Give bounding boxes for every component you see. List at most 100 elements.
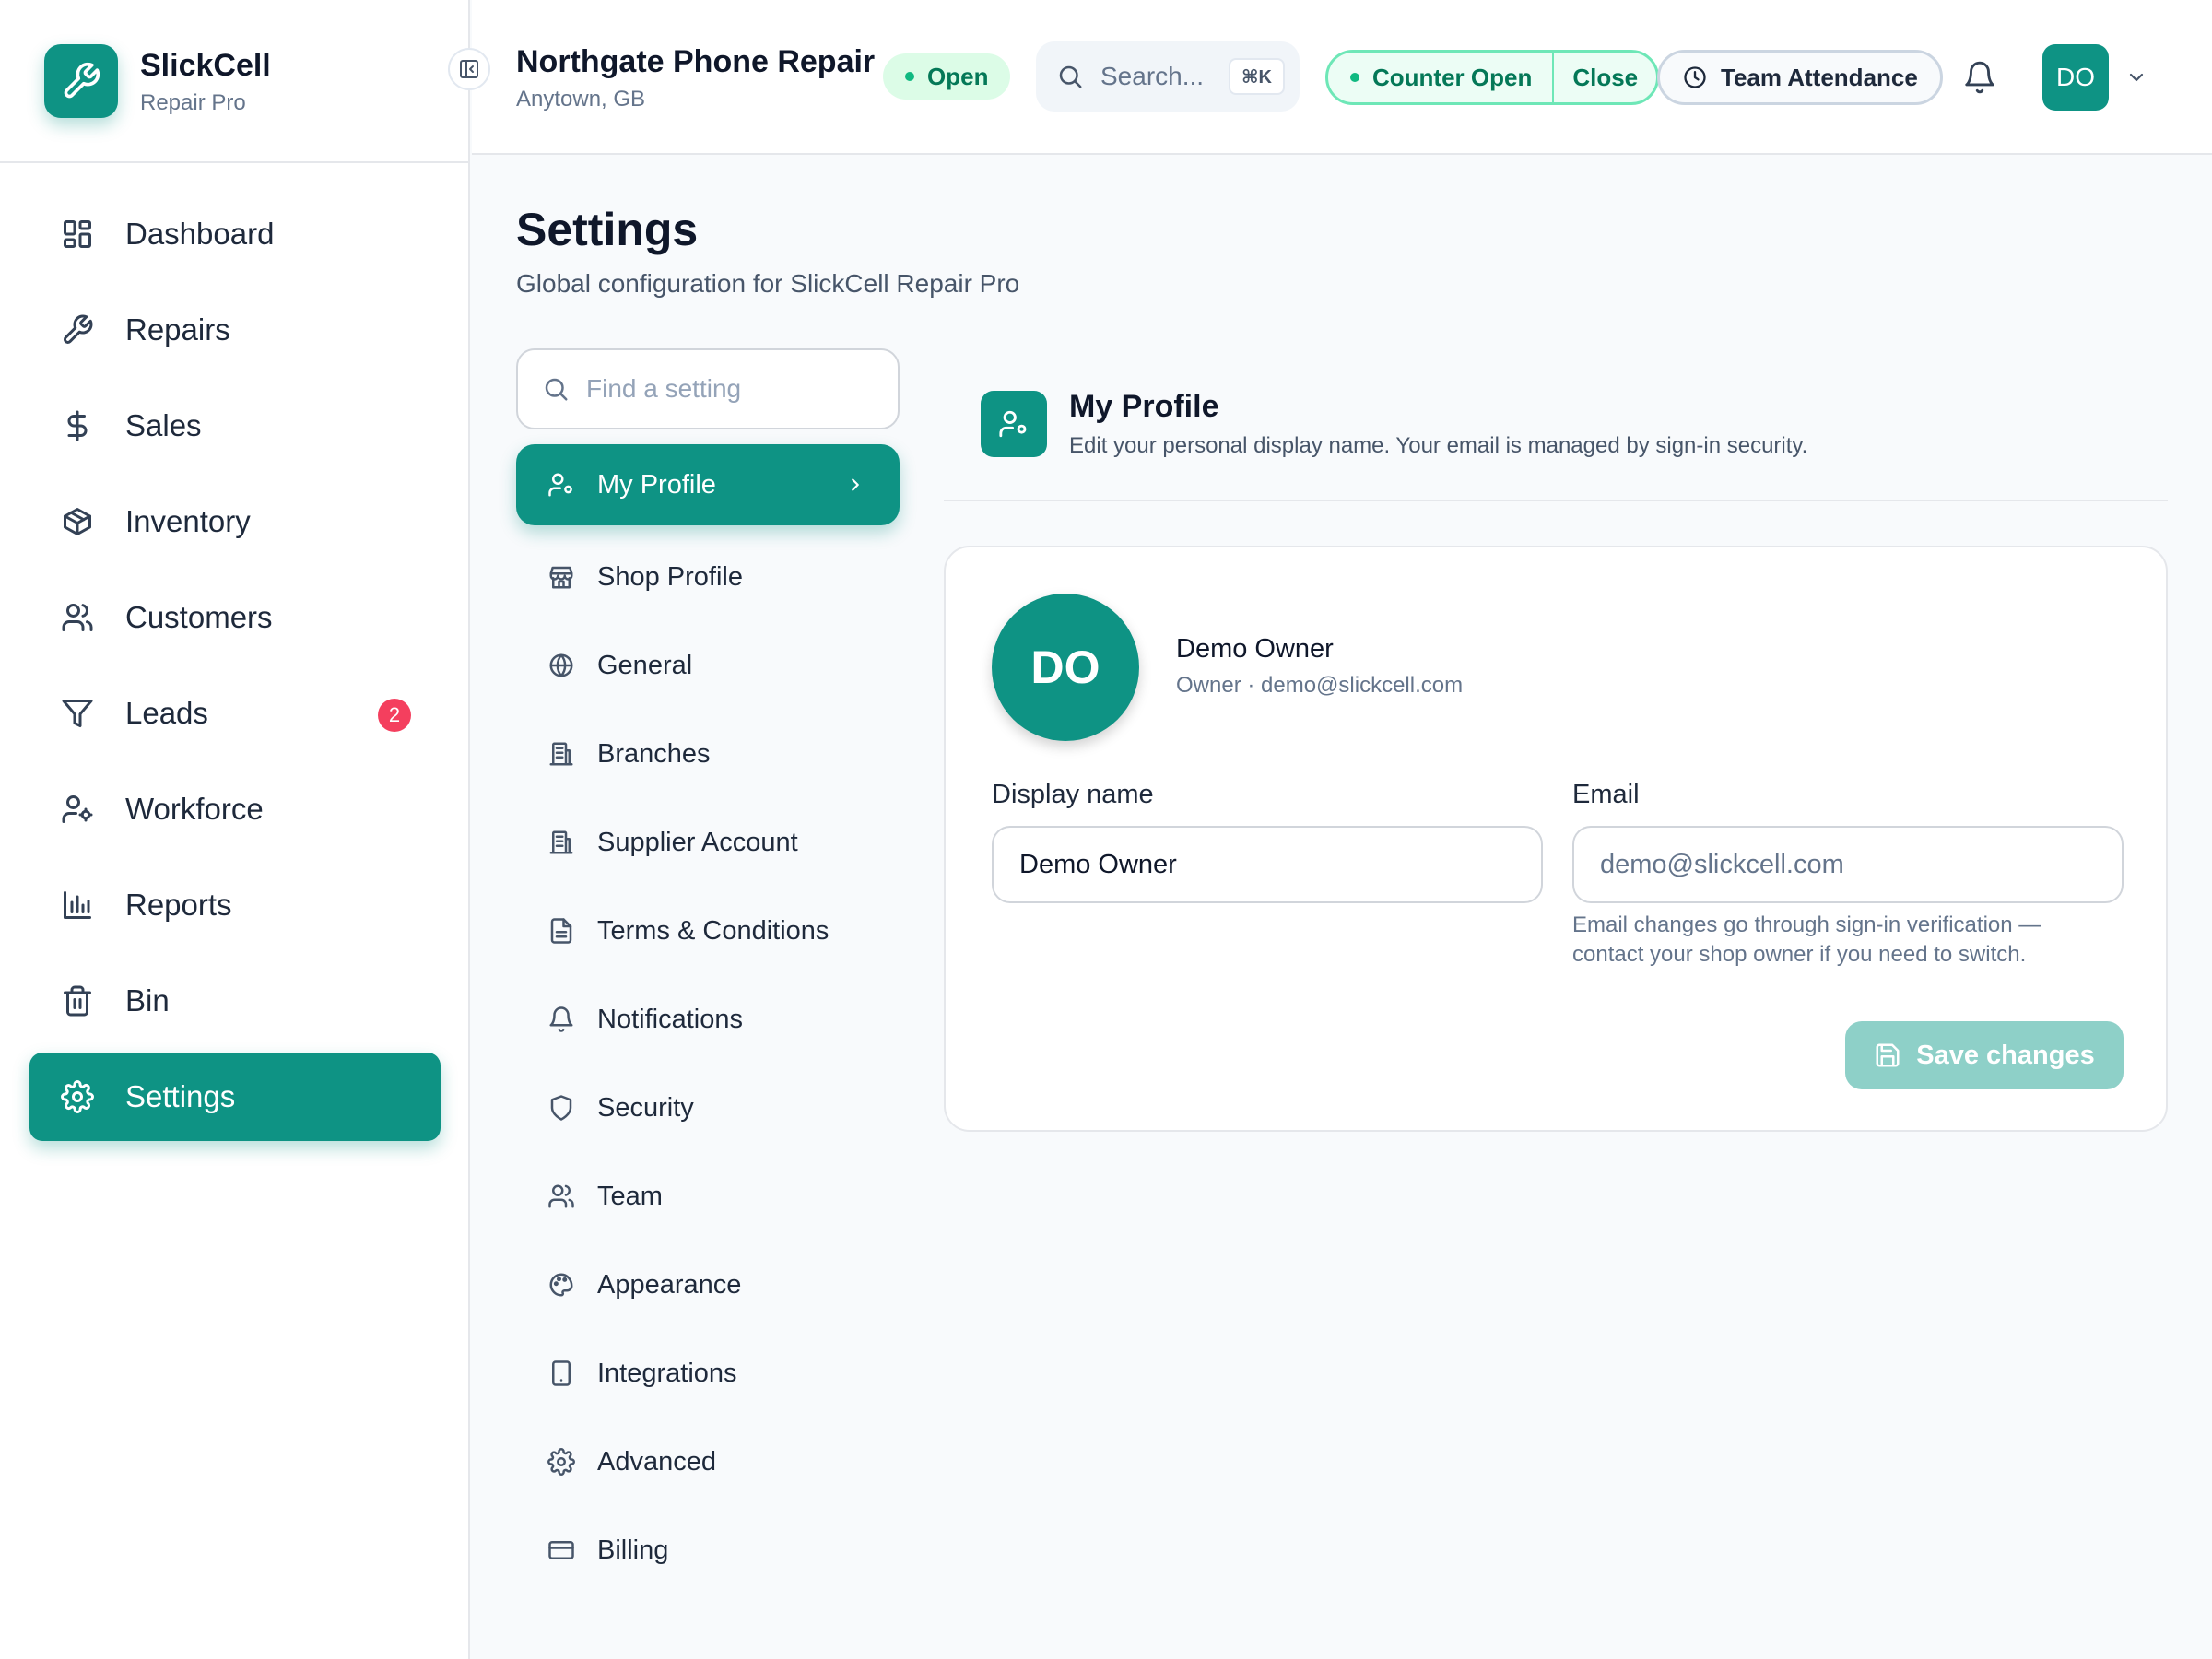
settings-nav-shop-profile[interactable]: Shop Profile xyxy=(516,533,900,621)
settings-nav-security[interactable]: Security xyxy=(516,1064,900,1152)
counter-status-group: Counter Open Close xyxy=(1325,50,1660,105)
sidebar-item-inventory[interactable]: Inventory xyxy=(29,477,441,566)
sidebar-item-label: Workforce xyxy=(125,792,264,826)
save-changes-button[interactable]: Save changes xyxy=(1845,1021,2124,1089)
settings-nav-integrations[interactable]: Integrations xyxy=(516,1329,900,1418)
settings-nav-my-profile[interactable]: My Profile xyxy=(516,444,900,525)
counter-open-status[interactable]: Counter Open xyxy=(1328,53,1555,102)
settings-nav-label: Billing xyxy=(597,1535,669,1565)
sidebar-item-label: Reports xyxy=(125,888,232,922)
global-search[interactable]: Search... ⌘K xyxy=(1036,41,1300,112)
settings-nav-general[interactable]: General xyxy=(516,621,900,710)
settings-nav-supplier-account[interactable]: Supplier Account xyxy=(516,798,900,887)
settings-nav-label: Notifications xyxy=(597,1004,743,1034)
sidebar-item-label: Customers xyxy=(125,600,273,634)
settings-nav-label: Security xyxy=(597,1092,694,1123)
email-label: Email xyxy=(1572,780,1640,809)
settings-nav-billing[interactable]: Billing xyxy=(516,1506,900,1594)
sidebar-item-label: Dashboard xyxy=(125,217,275,251)
profile-card: DO Demo Owner Owner · demo@slickcell.com… xyxy=(944,546,2168,1132)
section-title: My Profile xyxy=(1069,389,1219,424)
settings-nav-label: Integrations xyxy=(597,1358,737,1388)
owner-name: Demo Owner xyxy=(1176,634,1334,664)
search-shortcut: ⌘K xyxy=(1229,58,1285,95)
email-hint: Email changes go through sign-in verific… xyxy=(1572,912,2041,967)
find-setting-placeholder: Find a setting xyxy=(586,374,742,403)
display-name-field[interactable]: Demo Owner xyxy=(992,826,1543,903)
settings-nav-label: Branches xyxy=(597,738,711,769)
sidebar-item-label: Bin xyxy=(125,983,170,1018)
status-dot-icon xyxy=(1350,73,1359,82)
dollar-icon xyxy=(59,407,96,444)
wrench-icon[interactable] xyxy=(44,44,118,118)
shop-location: Anytown, GB xyxy=(516,87,646,112)
sidebar-item-leads[interactable]: Leads 2 xyxy=(29,669,441,758)
bell-icon xyxy=(1962,60,1997,95)
shop-name[interactable]: Northgate Phone Repair xyxy=(516,44,875,80)
credit-card-icon xyxy=(546,1535,577,1566)
settings-nav-label: My Profile xyxy=(597,469,716,500)
user-avatar-button[interactable]: DO xyxy=(2042,44,2109,111)
counter-open-label: Counter Open xyxy=(1372,63,1533,91)
bell-icon xyxy=(546,1004,577,1035)
sidebar-item-customers[interactable]: Customers xyxy=(29,573,441,662)
find-setting-input[interactable]: Find a setting xyxy=(516,348,900,429)
settings-nav-label: Shop Profile xyxy=(597,561,743,592)
clock-icon xyxy=(1682,65,1708,90)
save-changes-label: Save changes xyxy=(1916,1040,2095,1070)
shop-status-badge: Open xyxy=(883,53,1011,100)
settings-nav-branches[interactable]: Branches xyxy=(516,710,900,798)
trash-icon xyxy=(59,982,96,1019)
building-icon xyxy=(546,827,577,858)
sidebar-item-workforce[interactable]: Workforce xyxy=(29,765,441,853)
box-icon xyxy=(59,503,96,540)
filter-icon xyxy=(59,695,96,732)
sidebar-item-repairs[interactable]: Repairs xyxy=(29,286,441,374)
sidebar-item-label: Repairs xyxy=(125,312,230,347)
email-field[interactable]: demo@slickcell.com xyxy=(1572,826,2124,903)
search-icon xyxy=(1056,63,1084,90)
section-header: My Profile Edit your personal display na… xyxy=(944,369,2168,501)
wrench-icon xyxy=(59,312,96,348)
gear-icon xyxy=(59,1078,96,1115)
settings-nav-terms-conditions[interactable]: Terms & Conditions xyxy=(516,887,900,975)
chevron-down-icon xyxy=(2125,66,2147,88)
counter-close-button[interactable]: Close xyxy=(1554,53,1656,102)
sidebar-item-settings[interactable]: Settings xyxy=(29,1053,441,1141)
user-cog-icon xyxy=(981,391,1047,457)
document-icon xyxy=(546,915,577,947)
search-placeholder: Search... xyxy=(1100,62,1205,90)
user-cog-icon xyxy=(59,791,96,828)
bar-chart-icon xyxy=(59,887,96,924)
settings-nav-team[interactable]: Team xyxy=(516,1152,900,1241)
settings-nav: My Profile Shop Profile General Branches… xyxy=(516,444,900,1594)
settings-nav-appearance[interactable]: Appearance xyxy=(516,1241,900,1329)
user-menu-chevron[interactable] xyxy=(2124,65,2149,90)
users-icon xyxy=(59,599,96,636)
sidebar-item-bin[interactable]: Bin xyxy=(29,957,441,1045)
sidebar-item-dashboard[interactable]: Dashboard xyxy=(29,190,441,278)
team-attendance-button[interactable]: Team Attendance xyxy=(1657,50,1943,105)
shield-icon xyxy=(546,1092,577,1124)
settings-nav-label: Team xyxy=(597,1181,663,1211)
top-header: Northgate Phone Repair Anytown, GB Open … xyxy=(472,0,2212,155)
settings-nav-notifications[interactable]: Notifications xyxy=(516,975,900,1064)
globe-icon xyxy=(546,650,577,681)
brand: SlickCell Repair Pro xyxy=(0,0,468,163)
sidebar-item-label: Inventory xyxy=(125,504,251,538)
notifications-button[interactable] xyxy=(1959,57,2000,98)
settings-nav-advanced[interactable]: Advanced xyxy=(516,1418,900,1506)
chevron-right-icon xyxy=(844,474,866,496)
sidebar-item-reports[interactable]: Reports xyxy=(29,861,441,949)
page-subtitle: Global configuration for SlickCell Repai… xyxy=(516,269,1020,298)
gear-icon xyxy=(546,1446,577,1477)
sidebar-item-sales[interactable]: Sales xyxy=(29,382,441,470)
settings-nav-label: Appearance xyxy=(597,1269,742,1300)
owner-meta: Owner · demo@slickcell.com xyxy=(1176,673,1464,698)
sidebar-nav: Dashboard Repairs Sales Inventory Custom… xyxy=(29,190,441,1148)
users-icon xyxy=(546,1181,577,1212)
collapse-sidebar-button[interactable] xyxy=(448,48,490,90)
avatar: DO xyxy=(992,594,1139,741)
palette-icon xyxy=(546,1269,577,1300)
sidebar-item-label: Sales xyxy=(125,408,202,442)
